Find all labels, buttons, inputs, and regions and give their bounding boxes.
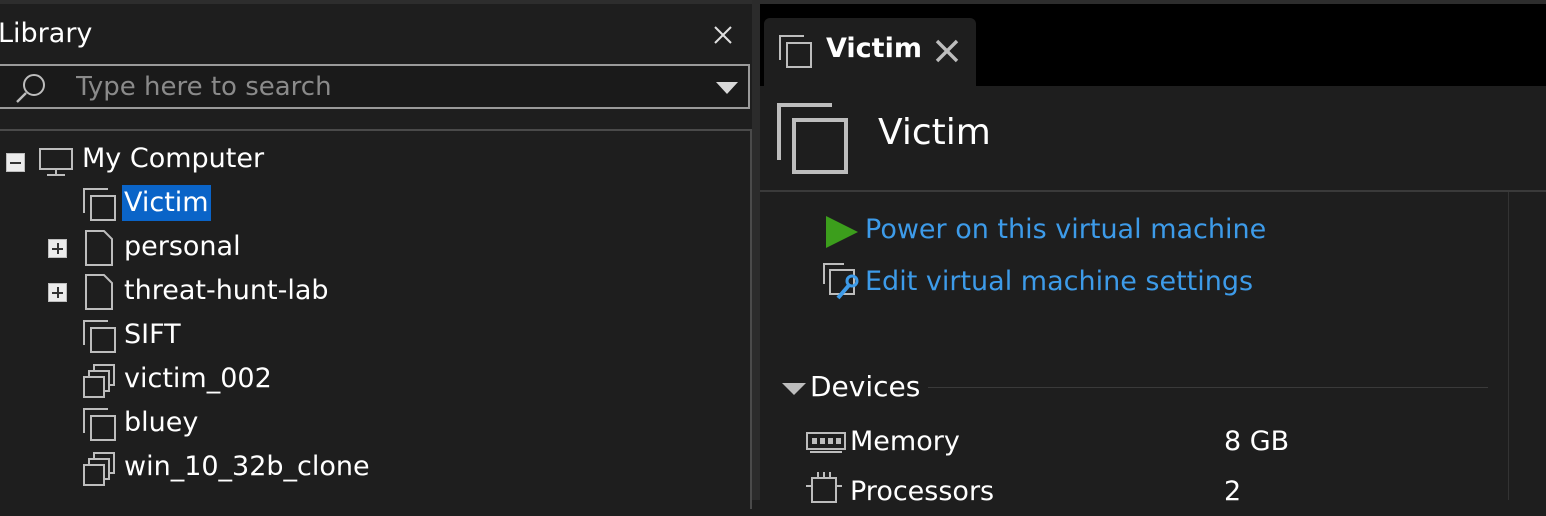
vm-icon bbox=[779, 35, 812, 68]
vm-icon bbox=[83, 188, 116, 221]
folder-icon bbox=[85, 274, 113, 310]
vm-header: Victim bbox=[760, 86, 1546, 192]
search-box[interactable] bbox=[0, 64, 750, 109]
device-name: Memory bbox=[850, 426, 960, 457]
folder-icon bbox=[85, 230, 113, 266]
device-value: 2 bbox=[1224, 476, 1242, 507]
device-name: Processors bbox=[850, 476, 995, 507]
tree-item-label: My Computer bbox=[82, 143, 265, 174]
tree-item-personal[interactable]: personal bbox=[0, 227, 698, 271]
tree-item-sift[interactable]: SIFT bbox=[0, 315, 698, 359]
power-on-label[interactable]: Power on this virtual machine bbox=[865, 214, 1266, 245]
top-border bbox=[760, 0, 1546, 4]
vm-icon bbox=[83, 408, 116, 441]
chevron-down-icon bbox=[716, 82, 738, 94]
search-dropdown-button[interactable] bbox=[714, 80, 740, 96]
scroll-divider bbox=[1508, 192, 1509, 500]
tree-item-victim[interactable]: Victim bbox=[0, 183, 698, 227]
edit-settings-label[interactable]: Edit virtual machine settings bbox=[865, 266, 1253, 297]
library-panel: Library My Comp bbox=[0, 0, 758, 509]
tree-item-label: Victim bbox=[122, 185, 211, 221]
vm-title: Victim bbox=[878, 112, 991, 153]
search-input[interactable] bbox=[76, 70, 696, 104]
close-tab-button[interactable] bbox=[934, 38, 960, 68]
edit-settings-link[interactable]: Edit virtual machine settings bbox=[822, 262, 1282, 306]
vm-details: Power on this virtual machine Edit virtu… bbox=[760, 192, 1546, 507]
tree-item-bluey[interactable]: bluey bbox=[0, 403, 698, 447]
linked-clone-vm-icon bbox=[83, 452, 115, 486]
tree-item-label: bluey bbox=[124, 407, 199, 438]
devices-heading: Devices bbox=[810, 370, 921, 403]
settings-wrench-icon bbox=[823, 263, 859, 300]
tree-item-victim-002[interactable]: victim_002 bbox=[0, 359, 698, 403]
tree-item-label: personal bbox=[124, 231, 241, 262]
play-icon bbox=[826, 216, 858, 248]
tree-item-win-10-32b-clone[interactable]: win_10_32b_clone bbox=[0, 447, 698, 491]
expand-toggle[interactable] bbox=[48, 239, 67, 258]
linked-clone-vm-icon bbox=[83, 364, 115, 398]
device-row-memory[interactable]: Memory 8 GB bbox=[804, 422, 1504, 466]
memory-icon bbox=[806, 432, 846, 453]
close-library-button[interactable] bbox=[708, 20, 738, 50]
collapse-toggle[interactable] bbox=[6, 153, 25, 172]
power-on-link[interactable]: Power on this virtual machine bbox=[822, 212, 1282, 256]
tree-item-label: victim_002 bbox=[124, 363, 272, 394]
section-divider bbox=[928, 387, 1488, 388]
tree-item-label: SIFT bbox=[124, 319, 181, 350]
vm-large-icon bbox=[777, 103, 848, 174]
panel-splitter[interactable] bbox=[752, 0, 760, 500]
library-tree: My Computer Victim personal threat-hunt-… bbox=[0, 129, 752, 509]
search-icon bbox=[14, 72, 50, 108]
tree-item-label: win_10_32b_clone bbox=[124, 451, 370, 482]
tree-item-my-computer[interactable]: My Computer bbox=[0, 139, 698, 183]
close-icon bbox=[935, 39, 959, 63]
device-row-processors[interactable]: Processors 2 bbox=[804, 472, 1504, 516]
tab-victim[interactable]: Victim bbox=[764, 18, 976, 86]
vm-icon bbox=[83, 320, 116, 353]
close-icon bbox=[714, 26, 732, 44]
tree-item-threat-hunt-lab[interactable]: threat-hunt-lab bbox=[0, 271, 698, 315]
library-title: Library bbox=[0, 18, 93, 49]
expand-toggle[interactable] bbox=[48, 283, 67, 302]
tab-label: Victim bbox=[826, 33, 922, 64]
tree-item-label: threat-hunt-lab bbox=[124, 275, 329, 306]
computer-icon bbox=[39, 148, 73, 176]
device-value: 8 GB bbox=[1224, 426, 1290, 457]
top-border bbox=[0, 0, 758, 4]
collapse-arrow-icon[interactable] bbox=[782, 382, 806, 398]
processor-icon bbox=[806, 472, 842, 503]
